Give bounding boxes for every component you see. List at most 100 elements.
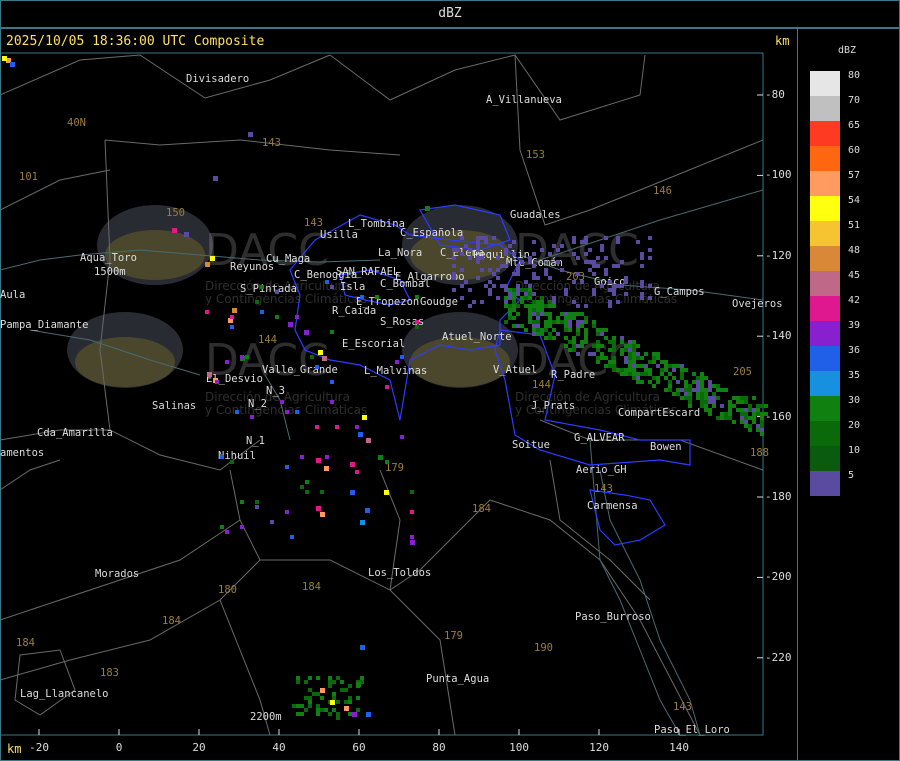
echo-cell xyxy=(460,236,464,240)
echo-cell xyxy=(308,700,312,704)
echo-cell xyxy=(516,284,520,288)
echo-cell xyxy=(332,696,336,700)
echo-cell xyxy=(572,344,576,348)
echo-cell xyxy=(652,352,656,356)
echo-cell xyxy=(712,396,716,400)
echo-cell xyxy=(220,455,224,459)
echo-cell xyxy=(560,244,564,248)
echo-cell xyxy=(552,336,556,340)
place-label: 1500m xyxy=(94,266,126,278)
route-number: 143 xyxy=(262,137,281,149)
echo-cell xyxy=(524,304,528,308)
echo-cell xyxy=(568,340,572,344)
echo-cell xyxy=(612,368,616,372)
echo-cell xyxy=(628,372,632,376)
echo-cell xyxy=(656,356,660,360)
echo-cell xyxy=(748,416,752,420)
echo-cell xyxy=(504,300,508,304)
echo-cell xyxy=(640,296,644,300)
echo-cell xyxy=(632,360,636,364)
echo-cell xyxy=(496,276,500,280)
place-label: Soitue xyxy=(512,439,550,451)
echo-cell xyxy=(330,285,334,289)
echo-cell xyxy=(704,392,708,396)
legend-swatch xyxy=(810,121,840,146)
route-number: 184 xyxy=(302,581,321,593)
echo-cell xyxy=(712,384,716,388)
echo-cell xyxy=(732,404,736,408)
echo-cell xyxy=(632,340,636,344)
echo-cell xyxy=(520,288,524,292)
echo-cell xyxy=(676,364,680,368)
echo-cell xyxy=(504,264,508,268)
echo-cell xyxy=(692,372,696,376)
echo-cell xyxy=(580,240,584,244)
legend-swatch xyxy=(810,296,840,321)
echo-cell xyxy=(604,364,608,368)
echo-cell xyxy=(664,360,668,364)
echo-cell xyxy=(628,364,632,368)
echo-cell xyxy=(528,284,532,288)
x-tick-label: 60 xyxy=(352,741,366,754)
echo-cell xyxy=(316,676,320,680)
echo-cell xyxy=(452,248,456,252)
echo-cell xyxy=(285,410,289,414)
echo-cell xyxy=(716,396,720,400)
route-number: 40N xyxy=(67,117,86,129)
echo-cell xyxy=(684,388,688,392)
echo-cell xyxy=(632,348,636,352)
echo-cell xyxy=(708,396,712,400)
echo-cell xyxy=(612,288,616,292)
echo-cell xyxy=(365,508,370,513)
echo-cell xyxy=(608,364,612,368)
place-label: 2200m xyxy=(250,711,282,723)
echo-cell xyxy=(544,328,548,332)
echo-cell xyxy=(744,412,748,416)
echo-cell xyxy=(752,416,756,420)
echo-cell xyxy=(760,428,764,432)
echo-cell xyxy=(488,292,492,296)
echo-cell xyxy=(476,260,480,264)
echo-cell xyxy=(508,316,512,320)
echo-cell xyxy=(476,236,480,240)
echo-cell xyxy=(576,312,580,316)
echo-cell xyxy=(620,260,624,264)
echo-cell xyxy=(552,244,556,248)
echo-cell xyxy=(756,424,760,428)
echo-cell xyxy=(584,340,588,344)
place-label: C_Española xyxy=(400,227,463,239)
echo-cell xyxy=(592,288,596,292)
echo-cell xyxy=(344,700,348,704)
echo-cell xyxy=(756,404,760,408)
echo-cell xyxy=(724,412,728,416)
echo-cell xyxy=(304,708,308,712)
echo-cell xyxy=(700,372,704,376)
echo-cell xyxy=(532,276,536,280)
echo-cell xyxy=(230,325,234,329)
echo-cell xyxy=(580,320,584,324)
echo-cell xyxy=(536,324,540,328)
echo-cell xyxy=(688,384,692,388)
echo-cell xyxy=(696,392,700,396)
echo-cell xyxy=(210,256,215,261)
echo-cell xyxy=(308,704,312,708)
echo-cell xyxy=(708,412,712,416)
echo-cell xyxy=(184,232,189,237)
legend-value: 54 xyxy=(848,195,861,206)
echo-cell xyxy=(740,412,744,416)
echo-cell xyxy=(325,280,329,284)
echo-cell xyxy=(330,330,334,334)
echo-cell xyxy=(660,372,664,376)
echo-cell xyxy=(572,316,576,320)
legend-swatch xyxy=(810,446,840,471)
echo-cell xyxy=(572,236,576,240)
echo-cell xyxy=(732,396,736,400)
place-label: L_Tombina xyxy=(348,218,405,230)
radar-map[interactable]: DACC Dirección de Agricultura y Continge… xyxy=(0,0,900,761)
echo-cell xyxy=(320,688,325,693)
place-label: Los_Toldos xyxy=(368,567,431,579)
echo-cell xyxy=(532,308,536,312)
echo-cell xyxy=(532,252,536,256)
echo-cell xyxy=(760,420,764,424)
echo-cell xyxy=(684,384,688,388)
